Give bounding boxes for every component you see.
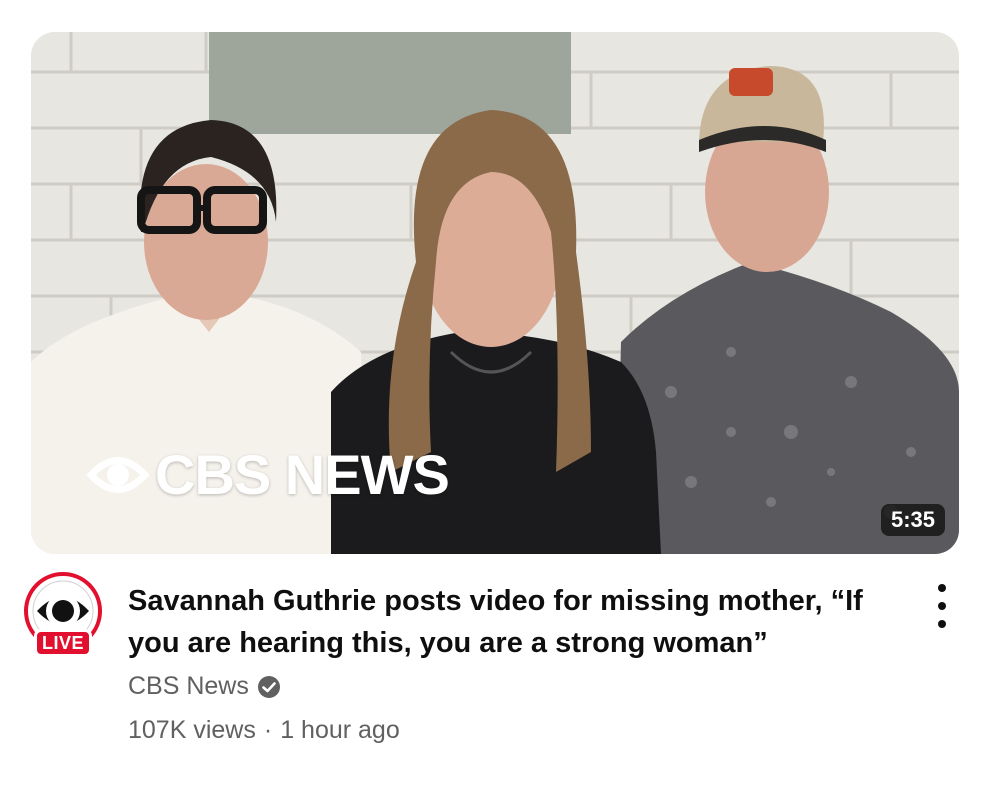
cbs-eye-icon bbox=[87, 457, 149, 493]
live-badge: LIVE bbox=[34, 629, 92, 657]
video-thumbnail[interactable]: CBS NEWS 5:35 bbox=[31, 32, 959, 554]
video-stats: 107K views · 1 hour ago bbox=[128, 716, 400, 745]
view-count: 107K views bbox=[128, 716, 256, 744]
more-vert-icon[interactable] bbox=[926, 584, 958, 628]
channel-info: CBS News bbox=[128, 672, 281, 701]
upload-age: 1 hour ago bbox=[280, 716, 400, 744]
channel-name[interactable]: CBS News bbox=[128, 672, 249, 701]
cbs-news-watermark: CBS NEWS bbox=[87, 443, 450, 506]
live-badge-label: LIVE bbox=[41, 633, 84, 653]
video-duration-badge: 5:35 bbox=[880, 503, 945, 536]
video-card[interactable]: CBS NEWS 5:35 LIVE Savannah Guthrie post… bbox=[0, 0, 984, 788]
stats-separator: · bbox=[263, 716, 273, 744]
video-title[interactable]: Savannah Guthrie posts video for missing… bbox=[128, 580, 898, 664]
channel-avatar[interactable]: LIVE bbox=[23, 571, 103, 663]
verified-check-icon bbox=[257, 675, 280, 698]
watermark-text: CBS NEWS bbox=[155, 443, 450, 506]
